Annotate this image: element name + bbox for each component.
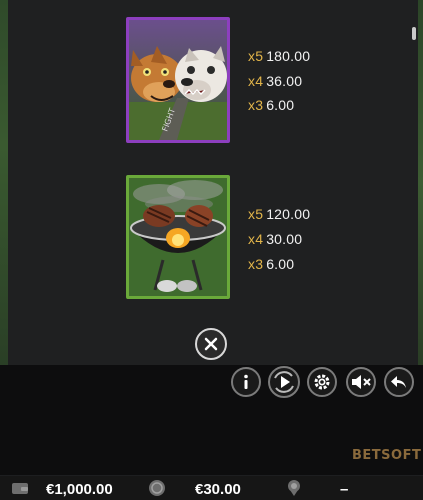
payout-row: x3 6.00 xyxy=(248,97,294,113)
payout-multiplier: x4 xyxy=(248,231,264,247)
payout-row: x3 6.00 xyxy=(248,256,294,272)
barbecue-grill-illustration xyxy=(129,178,227,296)
game-background-left xyxy=(0,0,8,365)
payout-multiplier: x4 xyxy=(248,73,264,89)
game-background-right xyxy=(418,0,423,365)
betsoft-logo: BETSOFT xyxy=(352,448,422,463)
back-button[interactable] xyxy=(384,367,414,397)
bulldogs-symbol: FIGHT xyxy=(126,17,230,143)
payout-value: 6.00 xyxy=(266,97,295,113)
bulldogs-illustration: FIGHT xyxy=(129,20,227,140)
payout-value: 36.00 xyxy=(266,73,303,89)
payout-multiplier: x5 xyxy=(248,48,264,64)
close-icon xyxy=(204,337,218,351)
info-button[interactable] xyxy=(231,367,261,397)
payout-value: 180.00 xyxy=(266,48,311,64)
info-icon xyxy=(244,374,248,389)
back-icon xyxy=(391,376,406,388)
settings-icon xyxy=(314,374,330,390)
autoplay-icon xyxy=(274,371,294,393)
coins-icon xyxy=(149,480,165,496)
paytable-scrollbar[interactable] xyxy=(412,27,416,40)
payout-multiplier: x3 xyxy=(248,97,264,113)
balance-value: €1,000.00 xyxy=(46,481,113,498)
close-paytable-button[interactable] xyxy=(195,328,227,360)
settings-button[interactable] xyxy=(307,367,337,397)
payout-row: x5 180.00 xyxy=(248,48,310,64)
payout-row: x4 30.00 xyxy=(248,231,302,247)
barbecue-grill-symbol xyxy=(126,175,230,299)
payout-value: 120.00 xyxy=(266,206,311,222)
payout-value: 30.00 xyxy=(266,231,303,247)
payout-value: 6.00 xyxy=(266,256,295,272)
wallet-icon xyxy=(12,483,28,494)
sound-button[interactable] xyxy=(346,367,376,397)
sound-mute-icon xyxy=(352,375,371,389)
bet-value: €30.00 xyxy=(195,481,241,498)
payout-multiplier: x3 xyxy=(248,256,264,272)
payout-row: x5 120.00 xyxy=(248,206,310,222)
payout-row: x4 36.00 xyxy=(248,73,302,89)
win-icon xyxy=(288,480,300,496)
win-value: – xyxy=(340,481,349,498)
autoplay-button[interactable] xyxy=(268,366,300,398)
payout-multiplier: x5 xyxy=(248,206,264,222)
